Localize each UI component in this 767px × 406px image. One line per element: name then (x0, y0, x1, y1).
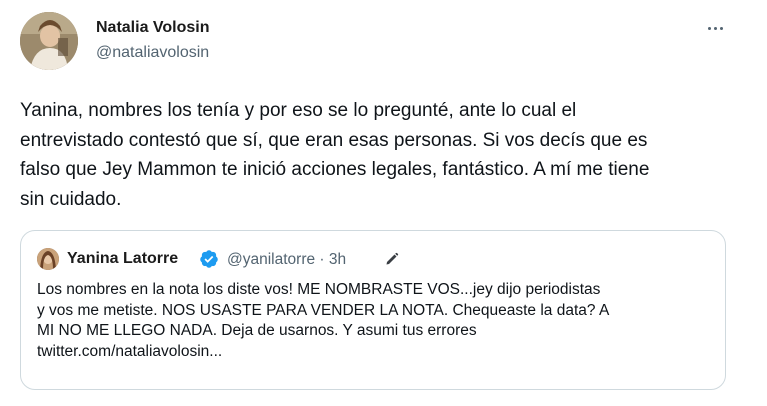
quoted-avatar[interactable] (37, 248, 59, 270)
more-horizontal-icon (707, 26, 711, 30)
more-dot (719, 26, 723, 30)
tweet-text: Yanina, nombres los tenía y por eso se l… (20, 100, 650, 210)
quoted-meta: @yanilatorre · 3h (227, 251, 346, 269)
quoted-tweet-text: Los nombres en la nota los diste vos! ME… (37, 281, 610, 360)
quoted-author-name[interactable]: Yanina Latorre (67, 250, 178, 268)
more-options-button[interactable] (700, 16, 730, 40)
quoted-avatar-photo (37, 248, 59, 270)
avatar-photo (20, 12, 78, 70)
edit-pencil-icon (386, 252, 399, 265)
quoted-time[interactable]: 3h (329, 251, 346, 268)
author-name[interactable]: Natalia Volosin (96, 19, 210, 37)
tweet-card: Natalia Volosin @nataliavolosin Yanina, … (0, 0, 767, 406)
meta-separator: · (319, 251, 325, 268)
more-dot (713, 26, 717, 30)
quoted-tweet[interactable]: Yanina Latorre @yanilatorre · 3h Los nom… (20, 230, 726, 390)
avatar[interactable] (20, 12, 78, 70)
author-handle[interactable]: @nataliavolosin (96, 44, 209, 62)
verified-badge-icon (200, 250, 218, 268)
quoted-author-handle[interactable]: @yanilatorre (227, 251, 315, 268)
